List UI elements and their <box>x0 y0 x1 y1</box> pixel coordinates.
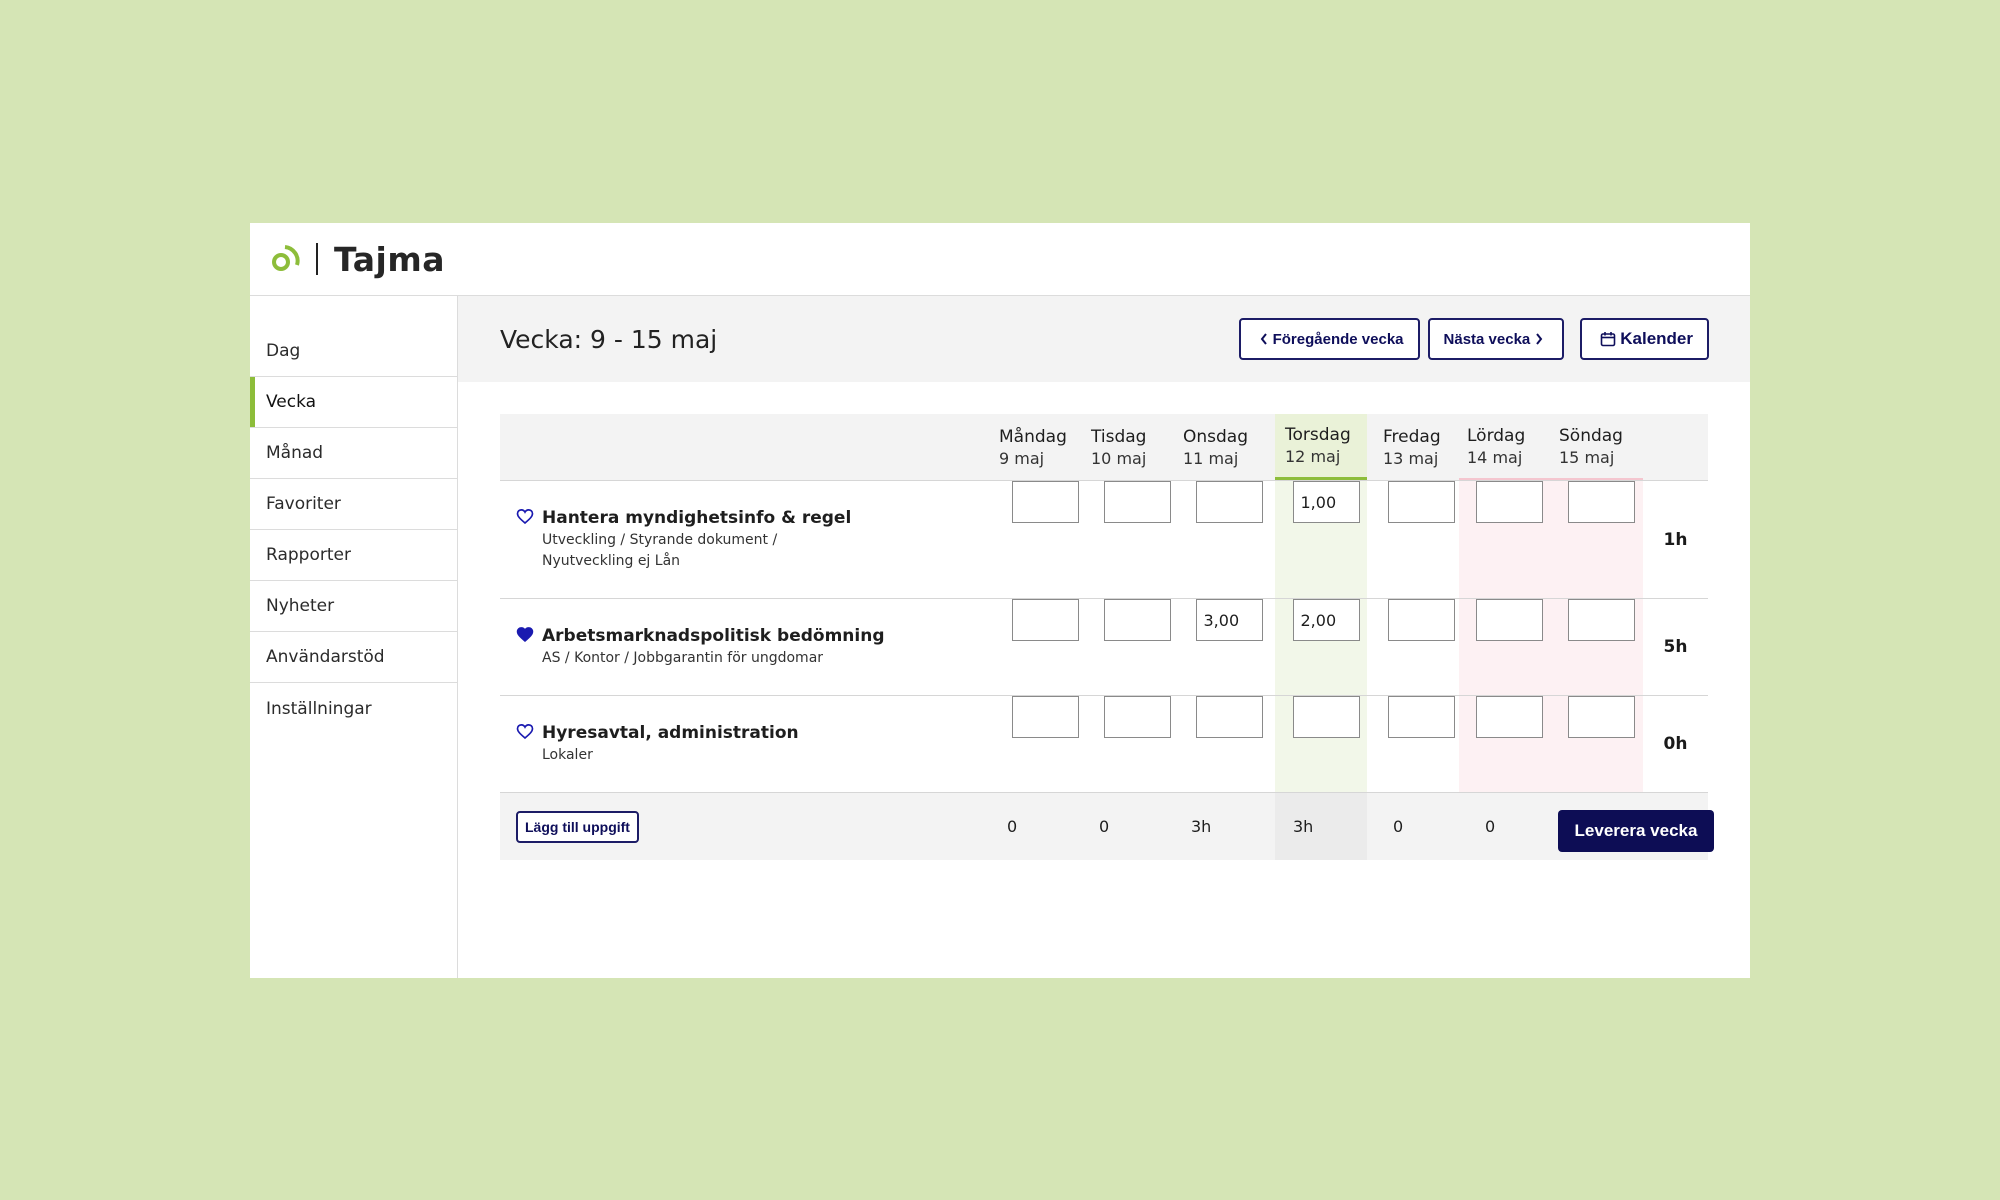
day-total-friday: 0 <box>1393 817 1404 836</box>
sidebar-item-nyheter[interactable]: Nyheter <box>250 581 457 632</box>
top-bar: Tajma <box>250 223 1750 296</box>
day-total-tuesday: 0 <box>1099 817 1110 836</box>
sidebar-item-installningar[interactable]: Inställningar <box>250 683 457 734</box>
add-task-button[interactable]: Lägg till uppgift <box>516 810 639 843</box>
day-date: 9 maj <box>999 448 1045 468</box>
task-title: Hantera myndighetsinfo & regel <box>542 507 852 528</box>
day-total-monday: 0 <box>1007 817 1018 836</box>
day-header-sunday: Söndag 15 maj <box>1551 414 1643 480</box>
task-row: Hantera myndighetsinfo & regel Utvecklin… <box>500 481 1708 599</box>
task-title: Hyresavtal, administration <box>542 722 799 743</box>
day-name: Torsdag <box>1285 425 1351 445</box>
sidebar-item-favoriter[interactable]: Favoriter <box>250 479 457 530</box>
hour-input-friday[interactable] <box>1387 481 1455 523</box>
hour-input-saturday[interactable] <box>1475 599 1543 641</box>
hour-input-tuesday[interactable] <box>1103 481 1171 523</box>
hour-input-sunday[interactable] <box>1567 599 1635 641</box>
hour-input-thursday[interactable] <box>1292 599 1360 641</box>
hour-input-wednesday[interactable] <box>1195 481 1263 523</box>
sidebar-item-rapporter[interactable]: Rapporter <box>250 530 457 581</box>
task-total: 5h <box>1663 637 1688 657</box>
favorite-heart-outline-icon[interactable] <box>516 723 534 741</box>
day-date: 14 maj <box>1467 447 1523 467</box>
task-path: Nyutveckling ej Lån <box>542 552 681 569</box>
day-name: Tisdag <box>1091 426 1147 447</box>
hour-input-sunday[interactable] <box>1567 481 1635 523</box>
favorite-heart-outline-icon[interactable] <box>516 508 534 526</box>
sidebar-item-anvandarstod[interactable]: Användarstöd <box>250 632 457 683</box>
hour-input-monday[interactable] <box>1011 599 1079 641</box>
hour-input-friday[interactable] <box>1387 599 1455 641</box>
day-header-friday: Fredag 13 maj <box>1367 414 1459 480</box>
day-name: Onsdag <box>1183 426 1249 447</box>
day-total-saturday: 0 <box>1485 817 1496 836</box>
hour-input-saturday[interactable] <box>1475 481 1543 523</box>
logo-divider <box>316 243 318 275</box>
day-date: 10 maj <box>1091 448 1147 468</box>
main-content: Vecka: 9 - 15 maj Föregående vecka Nästa… <box>458 296 1750 978</box>
task-total: 1h <box>1663 529 1688 550</box>
task-path: Lokaler <box>542 746 593 763</box>
day-header-saturday: Lördag 14 maj <box>1459 414 1551 480</box>
day-date: 13 maj <box>1383 448 1439 468</box>
hour-input-monday[interactable] <box>1011 696 1079 738</box>
day-header-wednesday: Onsdag 11 maj <box>1183 414 1275 480</box>
day-name: Måndag <box>999 426 1067 447</box>
previous-week-label: Föregående vecka <box>1272 330 1404 348</box>
deliver-week-button[interactable]: Leverera vecka <box>1558 810 1714 852</box>
task-path: AS / Kontor / Jobbgarantin för ungdomar <box>542 649 824 666</box>
hour-input-wednesday[interactable] <box>1195 599 1263 641</box>
day-header-monday: Måndag 9 maj <box>999 414 1091 480</box>
day-total-wednesday: 3h <box>1191 817 1212 836</box>
sidebar: Dag Vecka Månad Favoriter Rapporter Nyhe… <box>250 296 458 978</box>
timesheet-table: Måndag 9 maj Tisdag 10 maj Onsdag 11 maj… <box>500 414 1708 860</box>
hour-input-friday[interactable] <box>1387 696 1455 738</box>
page-header: Vecka: 9 - 15 maj Föregående vecka Nästa… <box>458 296 1750 382</box>
table-header-row: Måndag 9 maj Tisdag 10 maj Onsdag 11 maj… <box>500 414 1708 481</box>
day-name: Lördag <box>1467 425 1526 446</box>
chevron-right-icon <box>1536 333 1543 345</box>
calendar-icon <box>1600 332 1616 347</box>
favorite-heart-filled-icon[interactable] <box>516 626 534 644</box>
hour-input-tuesday[interactable] <box>1103 599 1171 641</box>
next-week-button[interactable]: Nästa vecka <box>1427 318 1565 360</box>
day-header-tuesday: Tisdag 10 maj <box>1091 414 1183 480</box>
sidebar-item-dag[interactable]: Dag <box>250 326 457 377</box>
hour-input-wednesday[interactable] <box>1195 696 1263 738</box>
day-date: 12 maj <box>1285 447 1341 466</box>
tajma-logo-icon <box>266 241 302 277</box>
previous-week-button[interactable]: Föregående vecka <box>1238 318 1420 360</box>
hour-input-sunday[interactable] <box>1567 696 1635 738</box>
calendar-label: Kalender <box>1620 329 1693 348</box>
hour-input-thursday[interactable] <box>1292 481 1360 523</box>
day-name: Fredag <box>1383 426 1441 447</box>
app-title: Tajma <box>334 239 445 279</box>
day-date: 11 maj <box>1183 448 1239 468</box>
next-week-label: Nästa vecka <box>1443 330 1531 348</box>
hour-input-thursday[interactable] <box>1292 696 1360 738</box>
hour-input-tuesday[interactable] <box>1103 696 1171 738</box>
chevron-left-icon <box>1260 333 1267 345</box>
page-title: Vecka: 9 - 15 maj <box>500 324 718 354</box>
task-title: Arbetsmarknadspolitisk bedömning <box>542 625 885 646</box>
task-path: Utveckling / Styrande dokument / <box>542 531 778 548</box>
day-date: 15 maj <box>1559 447 1615 467</box>
sidebar-item-manad[interactable]: Månad <box>250 428 457 479</box>
day-total-thursday: 3h <box>1293 817 1314 836</box>
hour-input-monday[interactable] <box>1011 481 1079 523</box>
day-name: Söndag <box>1559 425 1623 446</box>
app-window: Tajma Dag Vecka Månad Favoriter Rapporte… <box>250 223 1750 978</box>
task-row: Arbetsmarknadspolitisk bedömning AS / Ko… <box>500 599 1708 696</box>
table-footer-row: Lägg till uppgift 0 0 3h 3h 0 0 0 6h <box>500 793 1708 860</box>
hour-input-saturday[interactable] <box>1475 696 1543 738</box>
day-header-thursday: Torsdag 12 maj <box>1275 414 1367 480</box>
sidebar-item-vecka[interactable]: Vecka <box>250 377 457 428</box>
task-row: Hyresavtal, administration Lokaler 0h <box>500 696 1708 793</box>
calendar-button[interactable]: Kalender <box>1580 318 1709 360</box>
task-total: 0h <box>1663 734 1688 754</box>
